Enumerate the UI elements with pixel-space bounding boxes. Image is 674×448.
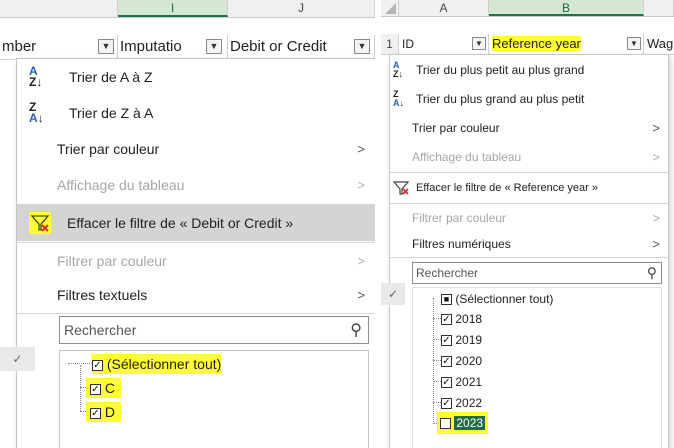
left-screenshot: I J mber ▼ Imputatio ▼ Debit or Credit ▼…: [0, 0, 375, 448]
list-item-2023[interactable]: 2023: [437, 412, 489, 434]
menu-item-clear-filter[interactable]: Effacer le filtre de « Reference year »: [390, 175, 668, 201]
table-header-row: 1 ID ▼ Reference year ▼ Wag: [381, 34, 674, 55]
select-all-corner[interactable]: [381, 0, 399, 16]
header-cell-label: Debit or Credit: [230, 38, 327, 55]
clear-filter-icon: [392, 179, 410, 197]
checkbox-unchecked-icon[interactable]: [440, 418, 451, 430]
list-item-2021[interactable]: ✓ 2021: [441, 373, 482, 391]
checkbox-checked-icon[interactable]: ✓: [92, 359, 103, 371]
dropdown-arrow-icon[interactable]: ▼: [472, 37, 486, 50]
chevron-right-icon: >: [652, 236, 660, 252]
header-cell-label: Imputatio: [120, 38, 182, 55]
sort-az-icon: A Z↓: [29, 64, 43, 89]
checkbox-partial-icon[interactable]: ■: [441, 294, 452, 306]
list-item-select-all[interactable]: ■ (Sélectionner tout): [441, 290, 553, 308]
clear-filter-icon: [29, 212, 51, 234]
column-header-j[interactable]: J: [228, 0, 375, 17]
header-cell-number[interactable]: mber ▼: [0, 35, 118, 59]
list-item-select-all[interactable]: ✓ (Sélectionner tout): [92, 354, 222, 374]
sort-za-icon: Z A↓: [29, 100, 44, 125]
row-header-1[interactable]: 1: [381, 34, 399, 54]
filter-dropdown-icon[interactable]: ▼: [98, 39, 114, 54]
column-header-c[interactable]: [644, 0, 674, 16]
column-header-bar: I J: [0, 0, 375, 18]
dropdown-arrow-icon[interactable]: ▼: [206, 39, 222, 54]
list-item-2019[interactable]: ✓ 2019: [441, 331, 482, 349]
menu-item-text-filters[interactable]: Filtres textuels >: [17, 279, 375, 311]
menu-item-sort-by-color[interactable]: Trier par couleur >: [17, 133, 375, 165]
menu-separator: [17, 242, 375, 243]
checkbox-checked-icon[interactable]: ✓: [441, 377, 452, 389]
column-header-h[interactable]: [0, 0, 118, 17]
header-cell-label: mber: [2, 38, 37, 55]
menu-item-filter-by-color: Filtrer par couleur >: [412, 210, 660, 226]
table-header-row: mber ▼ Imputatio ▼ Debit or Credit ▼: [0, 35, 375, 60]
menu-item-number-filters[interactable]: Filtres numériques >: [390, 231, 668, 257]
checkmark-icon: ✓: [381, 283, 405, 305]
filter-dropdown-menu: A Z↓ Trier de A à Z Z A↓ Trier de Z à A Tr…: [16, 58, 375, 448]
header-cell-imputation[interactable]: Imputatio ▼: [118, 35, 228, 59]
checkbox-checked-icon[interactable]: ✓: [441, 314, 452, 326]
column-header-a[interactable]: A: [399, 0, 489, 16]
header-cell-reference-year[interactable]: Reference year ▼: [489, 34, 644, 54]
checkbox-checked-icon[interactable]: ✓: [441, 335, 452, 347]
checkbox-checked-icon[interactable]: ✓: [90, 407, 101, 419]
menu-separator: [390, 203, 668, 204]
filter-dropdown-icon[interactable]: ▼: [627, 37, 641, 50]
sort-az-icon: A Z↓: [393, 60, 403, 79]
chevron-right-icon: >: [652, 149, 660, 165]
list-item-2020[interactable]: ✓ 2020: [441, 352, 482, 370]
checkbox-checked-icon[interactable]: ✓: [441, 398, 452, 410]
menu-item-clear-filter[interactable]: Effacer le filtre de « Debit or Credit »: [17, 205, 375, 241]
checkbox-checked-icon[interactable]: ✓: [441, 356, 452, 368]
menu-separator: [17, 313, 375, 314]
menu-item-sort-descending[interactable]: Z A↓ Trier du plus grand au plus petit: [390, 86, 668, 112]
search-icon: ⚲: [350, 322, 362, 339]
sort-za-icon: Z A↓: [393, 89, 404, 108]
filter-dropdown-icon[interactable]: ▼: [354, 39, 370, 54]
menu-item-table-view: Affichage du tableau >: [412, 149, 660, 165]
header-cell-debit-or-credit[interactable]: Debit or Credit ▼: [228, 35, 375, 59]
column-header-bar: A B: [381, 0, 674, 17]
menu-item-sort-az[interactable]: A Z↓ Trier de A à Z: [17, 61, 375, 93]
chevron-right-icon: >: [357, 177, 365, 193]
menu-separator: [390, 257, 668, 258]
menu-item-sort-za[interactable]: Z A↓ Trier de Z à A: [17, 97, 375, 129]
right-screenshot: A B 1 ID ▼ Reference year ▼ Wag A Z↓ Trie…: [381, 0, 674, 448]
list-item-2022[interactable]: ✓ 2022: [441, 394, 482, 412]
chevron-right-icon: >: [652, 210, 660, 226]
column-header-b[interactable]: B: [489, 0, 644, 16]
filter-value-list: ✓ (Sélectionner tout) ✓ C ✓ D: [59, 350, 369, 448]
menu-item-table-view: Affichage du tableau >: [57, 177, 365, 193]
header-cell-id[interactable]: ID ▼: [399, 34, 489, 54]
filter-value-list: ■ (Sélectionner tout) ✓ 2018 ✓ 2019 ✓ 20…: [412, 287, 662, 448]
search-icon: ⚲: [646, 264, 657, 281]
column-header-i[interactable]: I: [118, 0, 228, 17]
list-item-c[interactable]: ✓ C: [86, 378, 122, 398]
header-cell-wage[interactable]: Wag: [644, 34, 674, 54]
menu-separator: [390, 172, 668, 173]
menu-item-sort-by-color[interactable]: Trier par couleur >: [390, 115, 668, 141]
menu-item-sort-ascending[interactable]: A Z↓ Trier du plus petit au plus grand: [390, 57, 668, 83]
search-input[interactable]: Rechercher ⚲: [59, 316, 369, 344]
search-input[interactable]: Rechercher ⚲: [412, 262, 662, 284]
list-item-2018[interactable]: ✓ 2018: [441, 310, 482, 328]
chevron-right-icon: >: [357, 253, 365, 269]
checkbox-checked-icon[interactable]: ✓: [90, 383, 101, 395]
chevron-right-icon: >: [357, 287, 365, 303]
checkmark-icon: ✓: [0, 347, 35, 371]
filter-dropdown-menu: A Z↓ Trier du plus petit au plus grand ZA…: [389, 54, 669, 448]
chevron-right-icon: >: [652, 120, 660, 136]
list-item-d[interactable]: ✓ D: [86, 402, 122, 422]
chevron-right-icon: >: [357, 141, 365, 157]
menu-item-filter-by-color: Filtrer par couleur >: [57, 253, 365, 269]
